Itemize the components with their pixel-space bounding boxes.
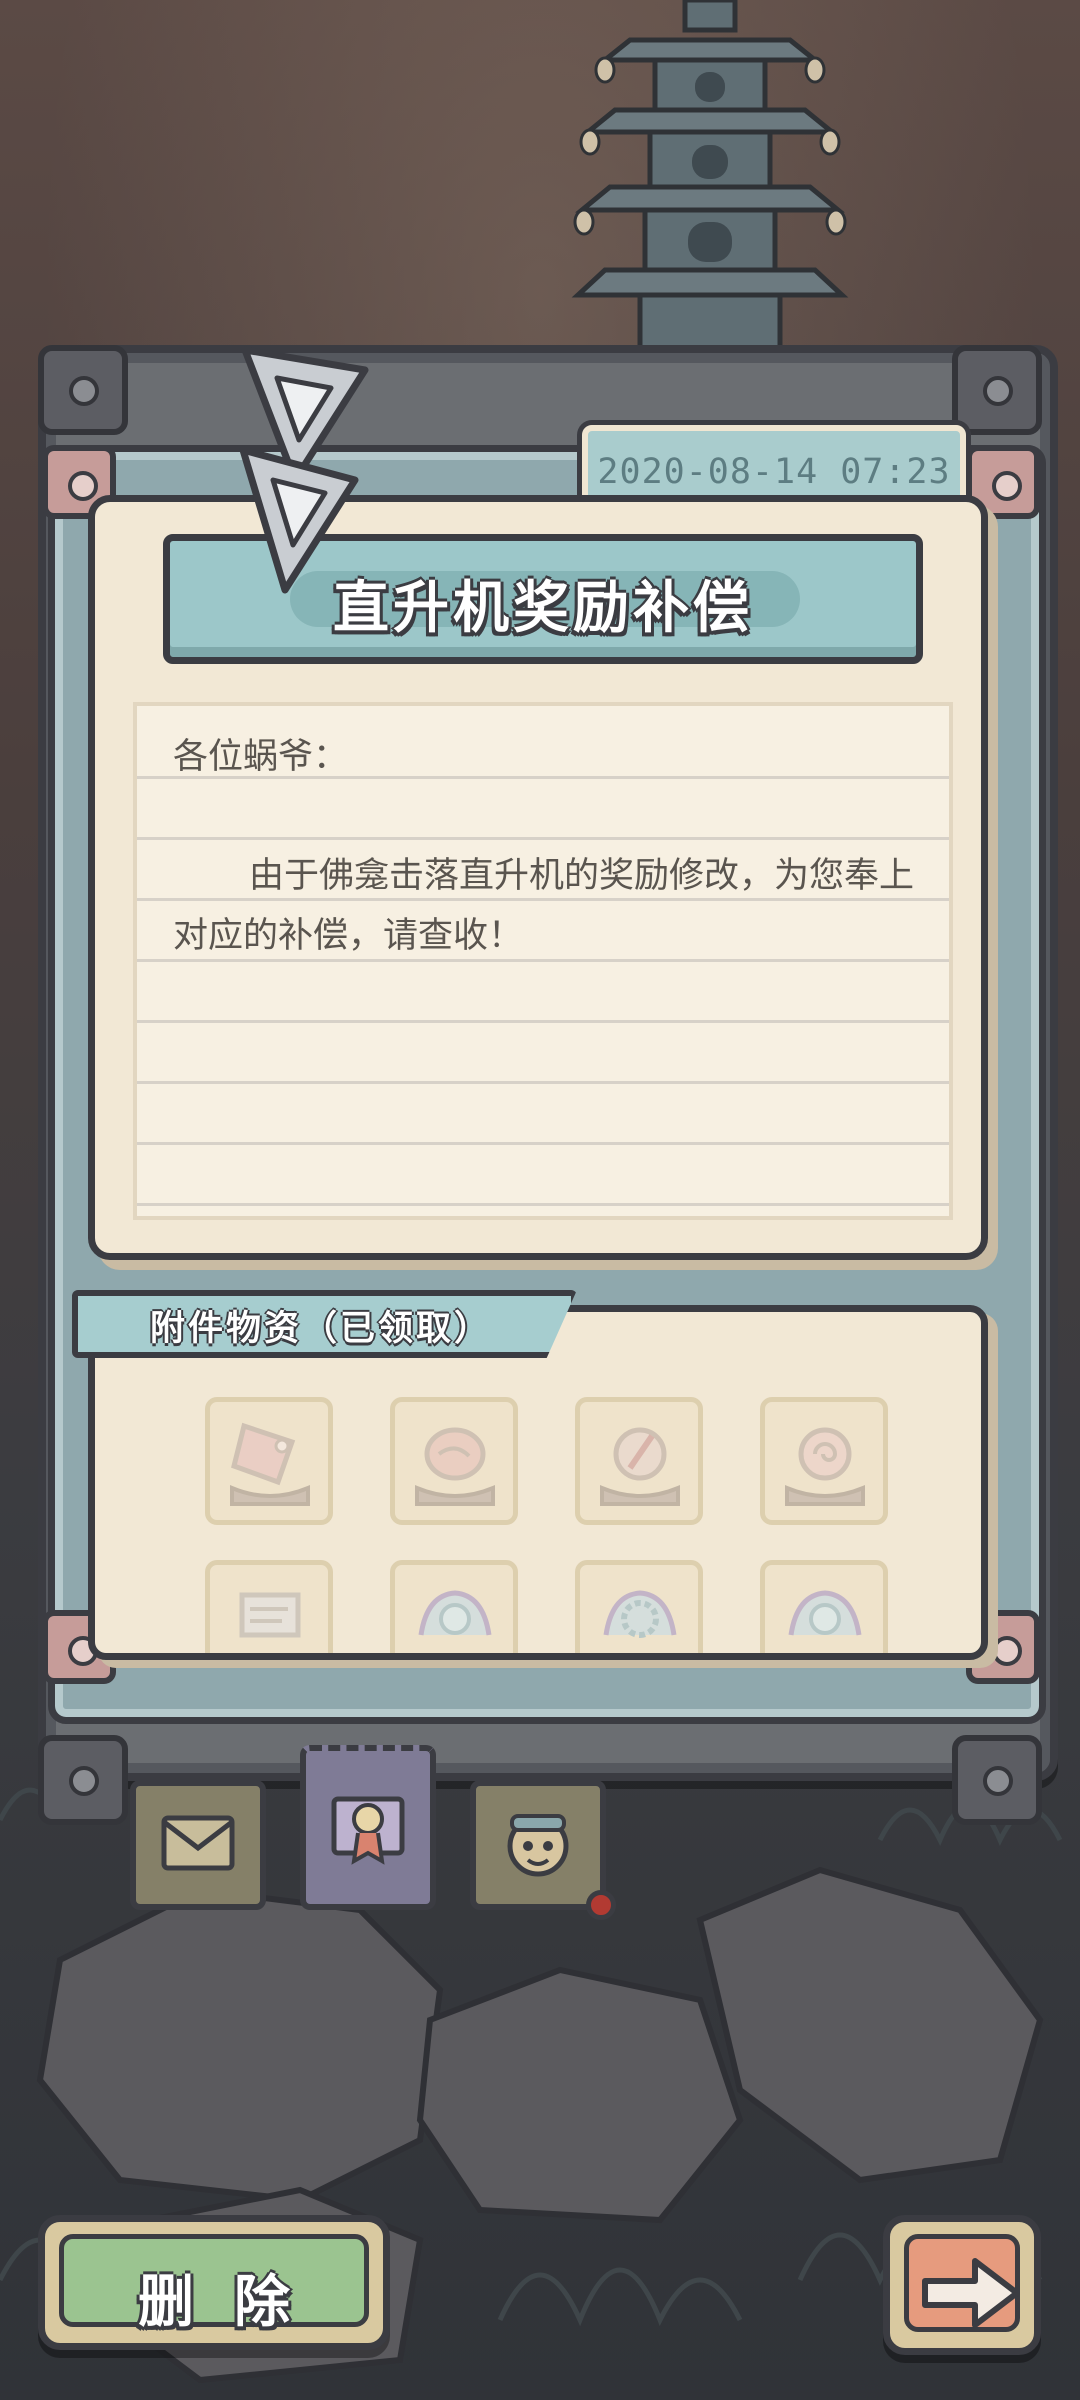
delete-button-face: 删除	[59, 2234, 369, 2335]
mail-letter: 直升机奖励补偿 各位蜗爷： 由于佛龛击落直升机的奖励修改，为您奉上对应的补偿，请…	[88, 495, 988, 1260]
letter-paper[interactable]: 各位蜗爷： 由于佛龛击落直升机的奖励修改，为您奉上对应的补偿，请查收！	[133, 702, 953, 1220]
attachment-item-orb[interactable]	[390, 1560, 518, 1653]
mail-greeting: 各位蜗爷：	[173, 737, 349, 777]
delete-button[interactable]: 删除	[38, 2215, 390, 2350]
attachment-item-meat[interactable]	[390, 1397, 518, 1525]
tab-snail[interactable]	[470, 1780, 606, 1910]
compass-icon	[600, 1427, 680, 1506]
gear-orb-icon	[603, 1590, 677, 1638]
frame-bolt	[952, 1735, 1042, 1825]
delete-button-label: 删除	[138, 2270, 330, 2335]
game-screen: 2020-08-14 07:23 直升机奖励补偿 各位蜗爷： 由于佛龛击落直升机…	[0, 0, 1080, 2400]
notification-dot	[586, 1890, 616, 1920]
reward-envelope-icon	[331, 1796, 405, 1865]
frame-bolt	[38, 1735, 128, 1825]
attachment-item-shell[interactable]	[760, 1397, 888, 1525]
arrow-right-icon	[922, 2258, 1020, 2328]
frame-bolt	[38, 345, 128, 435]
attachments-card	[88, 1305, 988, 1660]
ticket-icon	[230, 1422, 310, 1506]
next-button-face	[904, 2234, 1020, 2332]
pagoda-icon	[571, 0, 849, 360]
tab-mail[interactable]	[130, 1780, 266, 1910]
frame-bolt	[952, 345, 1042, 435]
envelope-icon	[161, 1815, 235, 1871]
attachment-item-compass[interactable]	[575, 1397, 703, 1525]
orb-icon	[418, 1590, 492, 1636]
meat-icon	[415, 1427, 495, 1506]
next-mail-button[interactable]	[883, 2215, 1041, 2355]
attachment-item-ticket[interactable]	[205, 1397, 333, 1525]
scroll-icon	[239, 1592, 301, 1638]
orb-icon	[788, 1590, 862, 1636]
paper-clip-icon	[239, 346, 369, 594]
snail-shell-icon	[785, 1427, 865, 1506]
attachments-label: 附件物资（已领取）	[150, 1309, 493, 1349]
attachment-item-scroll[interactable]	[205, 1560, 333, 1653]
attachment-item-gear-orb[interactable]	[575, 1560, 703, 1653]
snail-face-icon	[507, 1814, 569, 1877]
tab-reward-mail[interactable]	[300, 1745, 436, 1910]
mail-body: 由于佛龛击落直升机的奖励修改，为您奉上对应的补偿，请查收！	[173, 856, 915, 956]
attachment-item-orb[interactable]	[760, 1560, 888, 1653]
